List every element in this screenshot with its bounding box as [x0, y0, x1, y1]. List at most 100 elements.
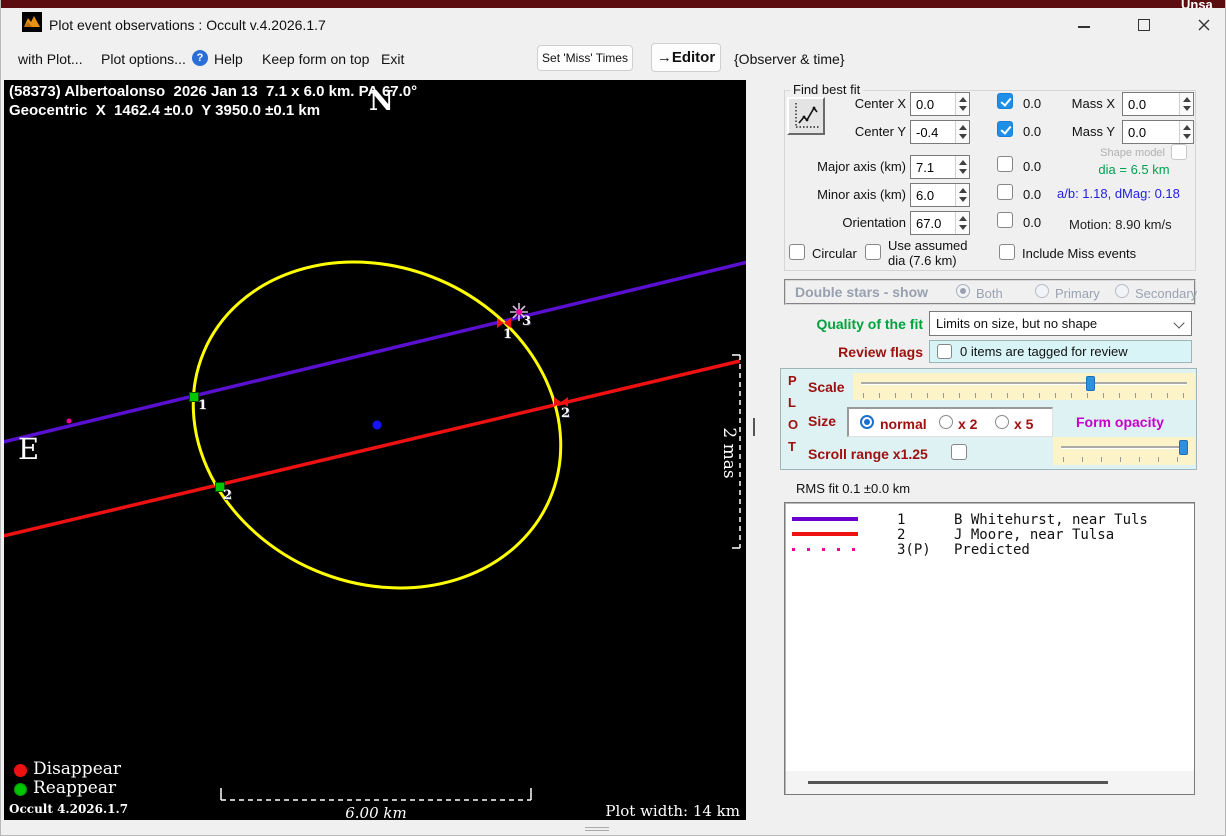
help-icon: ?: [192, 50, 208, 66]
plot-area[interactable]: 2 mas (58373) Albertoalonso 2026 Jan 13 …: [4, 80, 746, 820]
editor-button[interactable]: →Editor: [651, 43, 721, 72]
form-opacity-slider[interactable]: [1053, 437, 1195, 465]
menu-with-plot[interactable]: with Plot...: [18, 51, 83, 67]
close-icon: [1197, 18, 1211, 32]
east-label: E: [18, 432, 39, 466]
plot-width-label: Plot width: 14 km: [544, 802, 740, 820]
splitter[interactable]: [749, 80, 771, 820]
scrollbar-thumb[interactable]: [808, 781, 1108, 784]
center-x-stepper[interactable]: [955, 93, 969, 115]
scale-slider[interactable]: [853, 373, 1195, 400]
set-miss-times-button[interactable]: Set 'Miss' Times: [537, 45, 633, 71]
minor-axis-input[interactable]: 6.0: [910, 183, 970, 207]
plot-letter-l: L: [788, 395, 796, 410]
scale-slider-thumb[interactable]: [1086, 376, 1095, 391]
use-assumed-dia-label-2: dia (7.6 km): [888, 253, 957, 268]
size-x5-label: x 5: [1014, 416, 1033, 432]
plot-title-line1: (58373) Albertoalonso 2026 Jan 13 7.1 x …: [9, 83, 417, 100]
mass-y-stepper[interactable]: [1179, 121, 1193, 143]
center-y-stepper[interactable]: [955, 121, 969, 143]
scale-slider-track[interactable]: [861, 382, 1187, 384]
major-axis-value[interactable]: 7.1: [916, 160, 934, 175]
double-both-label: Both: [976, 286, 1003, 301]
size-normal-label: normal: [880, 416, 927, 432]
predicted-label: 3: [522, 314, 531, 329]
size-x2-radio[interactable]: [939, 415, 953, 429]
review-flags-label: Review flags: [785, 344, 923, 360]
minor-axis-stepper[interactable]: [955, 184, 969, 206]
center-x-value[interactable]: 0.0: [916, 97, 934, 112]
major-axis-input[interactable]: 7.1: [910, 155, 970, 179]
center-y-value[interactable]: -0.4: [916, 125, 938, 140]
resize-gripper[interactable]: [585, 827, 609, 831]
center-x-fit-checkbox[interactable]: [997, 93, 1013, 109]
include-miss-checkbox[interactable]: [999, 244, 1015, 260]
size-normal-radio[interactable]: [860, 415, 874, 429]
observation-row[interactable]: 3(P) Predicted: [785, 541, 1194, 557]
plot-canvas: 2 mas: [4, 80, 746, 820]
center-dot: [373, 421, 382, 430]
double-primary-radio[interactable]: [1035, 284, 1049, 298]
observations-listbox[interactable]: 1 B Whitehurst, near Tuls 2 J Moore, nea…: [784, 502, 1195, 795]
chord-1-reappear-label: 1: [198, 398, 207, 413]
double-both-radio[interactable]: [956, 284, 970, 298]
minor-axis-value[interactable]: 6.0: [916, 188, 934, 203]
form-opacity-track[interactable]: [1061, 446, 1187, 448]
observation-row[interactable]: 1 B Whitehurst, near Tuls: [785, 511, 1194, 527]
mass-y-input[interactable]: 0.0: [1122, 120, 1194, 144]
splitter-handle: [753, 418, 755, 436]
form-opacity-ticks: [1063, 457, 1185, 462]
orientation-input[interactable]: 67.0: [910, 211, 970, 235]
plot-title-line2: Geocentric X 1462.4 ±0.0 Y 3950.0 ±0.1 k…: [9, 102, 320, 119]
orientation-stepper[interactable]: [955, 212, 969, 234]
menubar: with Plot... Plot options... ? Help Keep…: [1, 40, 1226, 80]
quality-combobox[interactable]: Limits on size, but no shape: [929, 311, 1192, 336]
minor-axis-error: 0.0: [1023, 187, 1041, 202]
double-secondary-radio[interactable]: [1115, 284, 1129, 298]
reappear-legend-label: Reappear: [33, 778, 116, 798]
predicted-swatch: [792, 548, 862, 551]
major-axis-stepper[interactable]: [955, 156, 969, 178]
minimize-button[interactable]: [1067, 14, 1101, 36]
orientation-label: Orientation: [786, 215, 906, 230]
chord-2-line: [4, 361, 740, 537]
horizontal-scrollbar[interactable]: [786, 771, 1194, 794]
center-x-label: Center X: [806, 96, 906, 111]
center-y-input[interactable]: -0.4: [910, 120, 970, 144]
observation-name: Predicted: [954, 542, 1030, 558]
orientation-fit-checkbox[interactable]: [997, 212, 1013, 228]
review-flags-checkbox[interactable]: [937, 344, 952, 359]
mass-y-value[interactable]: 0.0: [1128, 125, 1146, 140]
mass-x-value[interactable]: 0.0: [1128, 97, 1146, 112]
maximize-button[interactable]: [1127, 14, 1161, 36]
major-axis-fit-checkbox[interactable]: [997, 156, 1013, 172]
form-opacity-thumb[interactable]: [1179, 440, 1188, 455]
menu-help[interactable]: Help: [214, 51, 243, 67]
circular-checkbox[interactable]: [789, 244, 805, 260]
mass-x-stepper[interactable]: [1179, 93, 1193, 115]
observation-row[interactable]: 2 J Moore, near Tulsa: [785, 526, 1194, 542]
use-assumed-dia-checkbox[interactable]: [865, 244, 881, 260]
axis-ratio-value: a/b: 1.18, dMag: 0.18: [1057, 186, 1180, 201]
use-assumed-dia-label-1: Use assumed: [888, 238, 967, 253]
close-button[interactable]: [1187, 14, 1221, 36]
scroll-range-checkbox[interactable]: [951, 444, 967, 460]
minor-axis-label: Minor axis (km): [786, 187, 906, 202]
chord-1-disappear-label: 1: [503, 327, 512, 342]
menu-keep-form-on-top[interactable]: Keep form on top: [262, 51, 369, 67]
shape-model-checkbox[interactable]: [1171, 144, 1187, 160]
chord-2-disappear-label: 2: [561, 406, 570, 421]
menu-exit[interactable]: Exit: [381, 51, 404, 67]
minor-axis-fit-checkbox[interactable]: [997, 184, 1013, 200]
size-x5-radio[interactable]: [995, 415, 1009, 429]
menu-plot-options[interactable]: Plot options...: [101, 51, 186, 67]
quality-value: Limits on size, but no shape: [936, 316, 1097, 331]
disappear-legend-label: Disappear: [33, 759, 121, 779]
center-x-input[interactable]: 0.0: [910, 92, 970, 116]
orientation-value[interactable]: 67.0: [916, 216, 941, 231]
motion-value: Motion: 8.90 km/s: [1069, 217, 1172, 232]
double-primary-label: Primary: [1055, 286, 1100, 301]
mass-x-input[interactable]: 0.0: [1122, 92, 1194, 116]
maximize-icon: [1138, 19, 1150, 31]
center-y-fit-checkbox[interactable]: [997, 121, 1013, 137]
